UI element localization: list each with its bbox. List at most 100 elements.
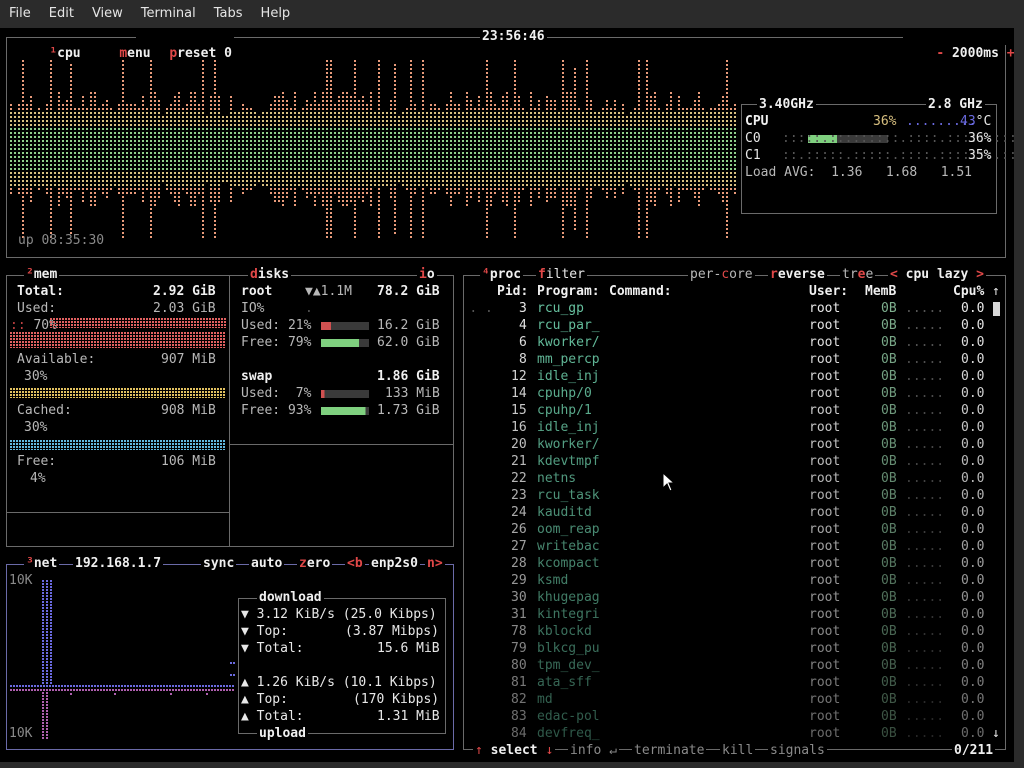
cpu-graph-dot xyxy=(638,236,640,238)
cpu-graph-dot xyxy=(154,148,156,150)
cpu-graph-dot xyxy=(706,132,708,134)
cpu-graph-dot xyxy=(710,148,712,150)
cpu-graph-dot xyxy=(362,156,364,158)
cpu-graph-dot xyxy=(122,64,124,66)
cpu-graph-dot xyxy=(222,136,224,138)
cpu-graph-dot xyxy=(22,164,24,166)
menu-edit[interactable]: Edit xyxy=(40,0,83,28)
cpu-graph-dot xyxy=(362,160,364,162)
interval-control[interactable]: - 2000ms + xyxy=(903,28,1017,61)
cpu-graph-dot xyxy=(154,156,156,158)
menu-help[interactable]: Help xyxy=(252,0,300,28)
cpu-graph-dot xyxy=(262,128,264,130)
cpu-graph-dot xyxy=(126,128,128,130)
cpu-graph-dot xyxy=(254,128,256,130)
cpu-graph-dot xyxy=(86,152,88,154)
terminal-area[interactable]: ¹cpu menu preset 0 23:56:46 - 2000ms + u… xyxy=(0,28,1024,762)
cpu-graph-dot xyxy=(414,128,416,130)
cpu-graph-dot xyxy=(294,108,296,110)
cpu-graph-dot xyxy=(410,132,412,134)
cpu-graph-dot xyxy=(18,112,20,114)
cpu-graph-dot xyxy=(298,176,300,178)
cpu-graph-dot xyxy=(82,120,84,122)
cpu-graph-dot xyxy=(390,108,392,110)
cpu-graph-dot xyxy=(626,116,628,118)
cpu-graph-dot xyxy=(290,156,292,158)
cpu-graph-dot xyxy=(342,140,344,142)
cpu-graph-dot xyxy=(610,172,612,174)
cpu-graph-dot xyxy=(630,160,632,162)
cpu-graph-dot xyxy=(146,144,148,146)
cpu-graph-dot xyxy=(142,120,144,122)
cpu-graph-dot xyxy=(634,124,636,126)
cpu-graph-dot xyxy=(250,136,252,138)
menu-terminal[interactable]: Terminal xyxy=(132,0,205,28)
cpu-graph-dot xyxy=(382,156,384,158)
menu-file[interactable]: File xyxy=(0,0,40,28)
cpu-graph-dot xyxy=(182,108,184,110)
cpu-graph-dot xyxy=(410,224,412,226)
cpu-graph-dot xyxy=(270,172,272,174)
cpu-graph-dot xyxy=(446,140,448,142)
cpu-graph-dot xyxy=(78,156,80,158)
cpu-graph-dot xyxy=(158,124,160,126)
cpu-box-title[interactable]: ¹cpu xyxy=(16,28,83,61)
menu-view[interactable]: View xyxy=(83,0,132,28)
cpu-graph-dot xyxy=(562,200,564,202)
cpu-graph-dot xyxy=(158,164,160,166)
cpu-graph-dot xyxy=(206,136,208,138)
cpu-graph-dot xyxy=(98,144,100,146)
cpu-graph-dot xyxy=(254,160,256,162)
cpu-graph-dot xyxy=(198,160,200,162)
cpu-graph-dot xyxy=(242,124,244,126)
cpu-graph-dot xyxy=(482,184,484,186)
cpu-graph-dot xyxy=(210,140,212,142)
cpu-graph-dot xyxy=(406,188,408,190)
cpu-graph-dot xyxy=(362,116,364,118)
cpu-graph-dot xyxy=(78,164,80,166)
cpu-graph-dot xyxy=(230,200,232,202)
cpu-graph-dot xyxy=(566,156,568,158)
cpu-graph-dot xyxy=(10,152,12,154)
cpu-graph-dot xyxy=(546,180,548,182)
cpu-graph-dot xyxy=(322,180,324,182)
menu-tabs[interactable]: Tabs xyxy=(205,0,252,28)
cpu-graph-dot xyxy=(290,128,292,130)
cpu-graph-dot xyxy=(478,136,480,138)
cpu-preset-button[interactable]: preset 0 xyxy=(136,28,234,61)
cpu-graph-dot xyxy=(198,156,200,158)
cpu-graph-dot xyxy=(10,184,12,186)
cpu-graph-dot xyxy=(646,116,648,118)
cpu-graph-dot xyxy=(722,172,724,174)
cpu-graph-dot xyxy=(14,140,16,142)
cpu-graph-dot xyxy=(262,116,264,118)
cpu-graph-dot xyxy=(418,164,420,166)
cpu-graph-dot xyxy=(478,124,480,126)
cpu-graph-dot xyxy=(566,140,568,142)
cpu-graph-dot xyxy=(122,188,124,190)
cpu-graph-dot xyxy=(274,120,276,122)
cpu-graph-dot xyxy=(682,168,684,170)
cpu-graph-dot xyxy=(154,168,156,170)
cpu-graph-dot xyxy=(666,156,668,158)
cpu-graph-dot xyxy=(586,232,588,234)
cpu-graph-dot xyxy=(558,132,560,134)
cpu-graph-dot xyxy=(350,156,352,158)
cpu-graph-dot xyxy=(314,96,316,98)
cpu-graph-dot xyxy=(494,116,496,118)
cpu-graph-dot xyxy=(554,104,556,106)
cpu-graph-dot xyxy=(274,152,276,154)
cpu-graph-dot xyxy=(18,180,20,182)
cpu-graph-dot xyxy=(94,160,96,162)
mem-box-title[interactable]: ²mem xyxy=(24,266,60,283)
cpu-graph-dot xyxy=(318,152,320,154)
cpu-graph-dot xyxy=(70,148,72,150)
cpu-graph-dot xyxy=(318,104,320,106)
cpu-graph-dot xyxy=(258,160,260,162)
cpu-graph-dot xyxy=(670,124,672,126)
cpu-graph-dot xyxy=(514,204,516,206)
cpu-graph-dot xyxy=(426,172,428,174)
cpu-graph-dot xyxy=(102,148,104,150)
cpu-graph-dot xyxy=(498,124,500,126)
cpu-graph-dot xyxy=(478,104,480,106)
